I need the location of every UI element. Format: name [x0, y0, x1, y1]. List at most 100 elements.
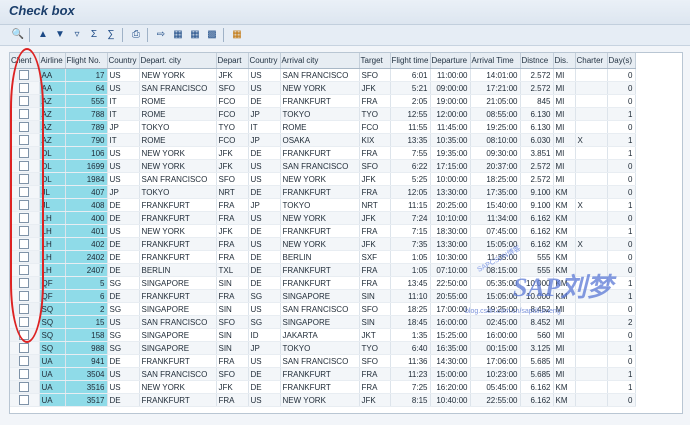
client-checkbox-cell[interactable]	[10, 68, 40, 82]
checkbox[interactable]	[19, 96, 30, 106]
column-header[interactable]: Depart. city	[139, 53, 217, 69]
checkbox[interactable]	[19, 122, 30, 132]
checkbox[interactable]	[19, 226, 30, 236]
client-checkbox-cell[interactable]	[10, 133, 40, 147]
table-row[interactable]: AA 64 US SAN FRANCISCO SFO US NEW YORK JFK 5:21 0…	[10, 81, 636, 95]
table-row[interactable]: DL 1984 US SAN FRANCISCO SFO US NEW YORK JFK 5:2…	[10, 172, 636, 186]
client-checkbox-cell[interactable]	[10, 237, 40, 251]
subtotal-icon[interactable]: ∑	[103, 27, 119, 43]
client-checkbox-cell[interactable]	[10, 354, 40, 368]
checkbox[interactable]	[19, 265, 30, 275]
column-header[interactable]: Day(s)	[607, 53, 636, 69]
client-checkbox-cell[interactable]	[10, 341, 40, 355]
column-header[interactable]: Flight No.	[65, 53, 108, 69]
table-row[interactable]: UA 3504 US SAN FRANCISCO SFO DE FRANKFURT FRA 11…	[10, 367, 636, 381]
column-header[interactable]: Arrival city	[280, 53, 360, 69]
table-row[interactable]: SQ 988 SG SINGAPORE SIN JP TOKYO TYO 6:40 16:35:0…	[10, 341, 636, 355]
client-checkbox-cell[interactable]	[10, 159, 40, 173]
table-row[interactable]: AZ 790 IT ROME FCO JP OSAKA KIX 13:35 10:35:00 08:…	[10, 133, 636, 147]
checkbox[interactable]	[19, 187, 30, 197]
client-checkbox-cell[interactable]	[10, 276, 40, 290]
table-row[interactable]: QF 6 DE FRANKFURT FRA SG SINGAPORE SIN 11:10 20:5…	[10, 289, 636, 303]
table-row[interactable]: AA 17 US NEW YORK JFK US SAN FRANCISCO SFO 6:01 1…	[10, 68, 636, 82]
column-header[interactable]: Flight time	[390, 53, 431, 69]
column-header[interactable]: Departure	[430, 53, 471, 69]
change-layout-icon[interactable]: ▦	[187, 27, 203, 43]
checkbox[interactable]	[19, 109, 30, 119]
table-row[interactable]: LH 2402 DE FRANKFURT FRA DE BERLIN SXF 1:05 10:30…	[10, 250, 636, 264]
export-icon[interactable]: ⇨	[153, 27, 169, 43]
client-checkbox-cell[interactable]	[10, 120, 40, 134]
client-checkbox-cell[interactable]	[10, 211, 40, 225]
table-row[interactable]: QF 5 SG SINGAPORE SIN DE FRANKFURT FRA 13:45 22:5…	[10, 276, 636, 290]
print-icon[interactable]: ⎙	[128, 27, 144, 43]
client-checkbox-cell[interactable]	[10, 107, 40, 121]
checkbox[interactable]	[19, 369, 30, 379]
column-header[interactable]: Depart	[216, 53, 249, 69]
table-row[interactable]: UA 3516 US NEW YORK JFK DE FRANKFURT FRA 7:25 16:…	[10, 380, 636, 394]
spreadsheet-icon[interactable]: ▦	[170, 27, 186, 43]
checkbox[interactable]	[19, 200, 30, 210]
client-checkbox-cell[interactable]	[10, 263, 40, 277]
client-checkbox-cell[interactable]	[10, 289, 40, 303]
table-row[interactable]: SQ 158 SG SINGAPORE SIN ID JAKARTA JKT 1:35 15:25…	[10, 328, 636, 342]
checkbox[interactable]	[19, 70, 30, 80]
checkbox[interactable]	[19, 252, 30, 262]
column-header[interactable]: Airline	[39, 53, 66, 69]
checkbox[interactable]	[19, 278, 30, 288]
client-checkbox-cell[interactable]	[10, 328, 40, 342]
table-row[interactable]: AZ 789 JP TOKYO TYO IT ROME FCO 11:55 11:45:00 19:…	[10, 120, 636, 134]
client-checkbox-cell[interactable]	[10, 224, 40, 238]
column-header[interactable]: Dis.	[553, 53, 576, 69]
checkbox[interactable]	[19, 174, 30, 184]
sort-descending-icon[interactable]: ▼	[52, 27, 68, 43]
column-header[interactable]: Target	[359, 53, 391, 69]
table-row[interactable]: UA 941 DE FRANKFURT FRA US SAN FRANCISCO SFO 11:…	[10, 354, 636, 368]
client-checkbox-cell[interactable]	[10, 380, 40, 394]
checkbox[interactable]	[19, 135, 30, 145]
client-checkbox-cell[interactable]	[10, 198, 40, 212]
table-row[interactable]: SQ 2 SG SINGAPORE SIN US SAN FRANCISCO SFO 18:25…	[10, 302, 636, 316]
table-row[interactable]: UA 3517 DE FRANKFURT FRA US NEW YORK JFK 8:15 10:…	[10, 393, 636, 407]
client-checkbox-cell[interactable]	[10, 302, 40, 316]
sum-icon[interactable]: Σ	[86, 27, 102, 43]
checkbox[interactable]	[19, 330, 30, 340]
checkbox[interactable]	[19, 161, 30, 171]
column-header[interactable]: Distnce	[520, 53, 554, 69]
client-checkbox-cell[interactable]	[10, 94, 40, 108]
column-header[interactable]: Arrival Time	[470, 53, 521, 69]
table-row[interactable]: AZ 555 IT ROME FCO DE FRANKFURT FRA 2:05 19:00:00…	[10, 94, 636, 108]
filter-icon[interactable]: ▿	[69, 27, 85, 43]
column-header[interactable]: Country	[248, 53, 281, 69]
table-row[interactable]: LH 400 DE FRANKFURT FRA US NEW YORK JFK 7:24 10:1…	[10, 211, 636, 225]
checkbox[interactable]	[19, 395, 30, 405]
client-checkbox-cell[interactable]	[10, 172, 40, 186]
grid-options-icon[interactable]: ▦	[229, 27, 245, 43]
column-header[interactable]: Client	[10, 53, 40, 69]
column-header[interactable]: Country	[107, 53, 140, 69]
table-row[interactable]: LH 401 US NEW YORK JFK DE FRANKFURT FRA 7:15 18:3…	[10, 224, 636, 238]
checkbox[interactable]	[19, 382, 30, 392]
table-row[interactable]: DL 106 US NEW YORK JFK DE FRANKFURT FRA 7:55 19:3…	[10, 146, 636, 160]
checkbox[interactable]	[19, 213, 30, 223]
table-row[interactable]: JL 408 DE FRANKFURT FRA JP TOKYO NRT 11:15 20:25:…	[10, 198, 636, 212]
client-checkbox-cell[interactable]	[10, 146, 40, 160]
checkbox[interactable]	[19, 317, 30, 327]
checkbox[interactable]	[19, 343, 30, 353]
table-row[interactable]: DL 1699 US NEW YORK JFK US SAN FRANCISCO SFO 6:2…	[10, 159, 636, 173]
checkbox[interactable]	[19, 148, 30, 158]
checkbox[interactable]	[19, 239, 30, 249]
table-row[interactable]: LH 2407 DE BERLIN TXL DE FRANKFURT FRA 1:05 07:10…	[10, 263, 636, 277]
table-row[interactable]: SQ 15 US SAN FRANCISCO SFO SG SINGAPORE SIN 18:4…	[10, 315, 636, 329]
client-checkbox-cell[interactable]	[10, 185, 40, 199]
table-row[interactable]: AZ 788 IT ROME FCO JP TOKYO TYO 12:55 12:00:00 08:…	[10, 107, 636, 121]
client-checkbox-cell[interactable]	[10, 315, 40, 329]
details-icon[interactable]: 🔍	[10, 27, 26, 43]
column-header[interactable]: Charter	[575, 53, 608, 69]
checkbox[interactable]	[19, 83, 30, 93]
checkbox[interactable]	[19, 291, 30, 301]
client-checkbox-cell[interactable]	[10, 81, 40, 95]
client-checkbox-cell[interactable]	[10, 250, 40, 264]
select-layout-icon[interactable]: ▩	[204, 27, 220, 43]
table-row[interactable]: JL 407 JP TOKYO NRT DE FRANKFURT FRA 12:05 13:30:…	[10, 185, 636, 199]
